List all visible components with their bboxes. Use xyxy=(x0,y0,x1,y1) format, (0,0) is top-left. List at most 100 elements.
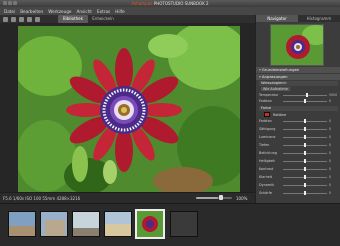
slider-value: 0 xyxy=(329,151,332,155)
filmstrip-thumb[interactable] xyxy=(72,211,100,237)
slider-row-bottom-0[interactable]: Farbton 0 xyxy=(259,119,339,124)
menu-bar: Datei Bearbeiten Werkzeuge Ansicht Extra… xyxy=(0,7,340,15)
slider-handle[interactable] xyxy=(306,93,308,97)
slider-handle[interactable] xyxy=(304,143,306,147)
passion-flower-image xyxy=(18,26,240,192)
rotate-icon[interactable] xyxy=(27,16,32,22)
menu-item-file[interactable]: Datei xyxy=(4,9,15,14)
mode-tabs: Bibliothek Entwickeln xyxy=(58,15,118,23)
zoom-slider-fill xyxy=(196,197,218,199)
thumb-dark-image xyxy=(171,212,197,236)
slider-row-top-1[interactable]: Farbton 0 xyxy=(259,99,339,104)
slider-label: Farbton xyxy=(259,119,272,123)
panel-adjust-header[interactable]: ▾Anpassungen xyxy=(256,74,340,80)
slider-handle[interactable] xyxy=(304,167,306,171)
slider-row-bottom-9[interactable]: Schärfe 0 xyxy=(259,191,339,196)
slider-value: 0 xyxy=(329,143,332,147)
slider-value: 0 xyxy=(329,127,332,131)
thumb-building-image xyxy=(41,212,67,236)
settings-icon[interactable] xyxy=(35,16,40,22)
white-balance-value: Wie Aufnahme xyxy=(261,87,290,91)
panel-basic-title: Grundeinstellungen xyxy=(261,67,300,72)
panel-adjust-title: Anpassungen xyxy=(261,74,288,79)
slider-handle[interactable] xyxy=(304,99,306,103)
title-bar: Ashampoo PHOTOSTUDIO SUNBOOK 2 xyxy=(0,0,340,7)
slider-label: Klarheit xyxy=(259,175,273,179)
slider-handle[interactable] xyxy=(304,183,306,187)
white-balance-header[interactable]: Weissabgleich xyxy=(259,81,338,86)
slider-row-bottom-8[interactable]: Dynamik 0 xyxy=(259,183,339,188)
slider-value: 0 xyxy=(329,167,332,171)
tab-library[interactable]: Bibliothek xyxy=(58,15,88,23)
zoom-slider-handle[interactable] xyxy=(219,195,223,200)
swatch-label: Rottöne xyxy=(273,113,287,117)
zoom-slider[interactable] xyxy=(196,197,232,199)
tab-navigator[interactable]: Navigator xyxy=(256,15,298,22)
filmstrip-thumb[interactable] xyxy=(40,211,68,237)
menu-item-help[interactable]: Hilfe xyxy=(115,9,125,14)
slider-label: Luminanz xyxy=(259,135,276,139)
slider-value: 0 xyxy=(329,183,332,187)
menu-item-edit[interactable]: Bearbeiten xyxy=(20,9,43,14)
zoom-level: 100% xyxy=(236,196,248,201)
navigator-thumbnail-image xyxy=(271,25,323,65)
slider-handle[interactable] xyxy=(304,159,306,163)
slider-row-bottom-4[interactable]: Belichtung 0 xyxy=(259,151,339,156)
slider-label: Tiefen xyxy=(259,143,270,147)
slider-handle[interactable] xyxy=(304,119,306,123)
save-icon[interactable] xyxy=(11,16,16,22)
slider-label: Helligkeit xyxy=(259,159,275,163)
filmstrip-thumb[interactable] xyxy=(8,211,36,237)
thumb-flower-image xyxy=(137,211,163,237)
slider-handle[interactable] xyxy=(304,127,306,131)
thumb-beach-image xyxy=(105,212,131,236)
app-title: Ashampoo PHOTOSTUDIO SUNBOOK 2 xyxy=(0,1,340,6)
toolbar xyxy=(0,15,255,23)
color-header[interactable]: Farbe xyxy=(259,106,338,111)
slider-label: Farbton xyxy=(259,99,272,103)
slider-row-bottom-2[interactable]: Luminanz 0 xyxy=(259,135,339,140)
slider-row-bottom-1[interactable]: Sättigung 0 xyxy=(259,127,339,132)
white-balance-select[interactable]: Wie Aufnahme xyxy=(259,87,339,92)
slider-value: 0 xyxy=(329,135,332,139)
slider-value: 0 xyxy=(329,99,332,103)
slider-row-bottom-3[interactable]: Tiefen 0 xyxy=(259,143,339,148)
slider-label: Schärfe xyxy=(259,191,272,195)
menu-item-view[interactable]: Ansicht xyxy=(76,9,91,14)
main-photo[interactable] xyxy=(18,26,240,192)
exif-info: F5.6 1/60s ISO 100 55mm 4288×3216 xyxy=(3,196,81,201)
tab-histogram[interactable]: Histogramm xyxy=(298,15,340,22)
slider-row-bottom-5[interactable]: Helligkeit 0 xyxy=(259,159,339,164)
slider-row-bottom-7[interactable]: Klarheit 0 xyxy=(259,175,339,180)
menu-item-extras[interactable]: Extras xyxy=(97,9,110,14)
slider-handle[interactable] xyxy=(304,151,306,155)
tab-develop[interactable]: Entwickeln xyxy=(88,15,118,23)
slider-handle[interactable] xyxy=(304,135,306,139)
slider-value: 0 xyxy=(329,191,332,195)
slider-row-top-0[interactable]: Temperatur 5000 xyxy=(259,93,339,98)
filmstrip-thumb[interactable] xyxy=(104,211,132,237)
image-editor xyxy=(0,23,255,203)
right-panel: Navigator Histogramm ▾Grundeinstellungen… xyxy=(255,15,340,203)
navigator-preview[interactable] xyxy=(270,24,324,66)
slider-handle[interactable] xyxy=(304,191,306,195)
slider-label: Sättigung xyxy=(259,127,276,131)
slider-value: 0 xyxy=(329,159,332,163)
print-icon[interactable] xyxy=(19,16,24,22)
filmstrip-thumb-selected[interactable] xyxy=(135,209,165,239)
red-color-swatch[interactable] xyxy=(264,112,270,117)
slider-value: 0 xyxy=(329,175,332,179)
filmstrip xyxy=(0,203,340,246)
panel-basic-header[interactable]: ▾Grundeinstellungen xyxy=(256,67,340,73)
slider-track[interactable] xyxy=(283,95,327,96)
filmstrip-thumb[interactable] xyxy=(170,211,198,237)
slider-row-bottom-6[interactable]: Kontrast 0 xyxy=(259,167,339,172)
thumb-sky-image xyxy=(73,212,99,236)
slider-label: Temperatur xyxy=(259,93,279,97)
status-bar: F5.6 1/60s ISO 100 55mm 4288×3216 100% xyxy=(0,192,255,203)
menu-item-tools[interactable]: Werkzeuge xyxy=(48,9,71,14)
slider-label: Belichtung xyxy=(259,151,278,155)
slider-handle[interactable] xyxy=(304,175,306,179)
slider-label: Kontrast xyxy=(259,167,274,171)
open-icon[interactable] xyxy=(3,16,8,22)
